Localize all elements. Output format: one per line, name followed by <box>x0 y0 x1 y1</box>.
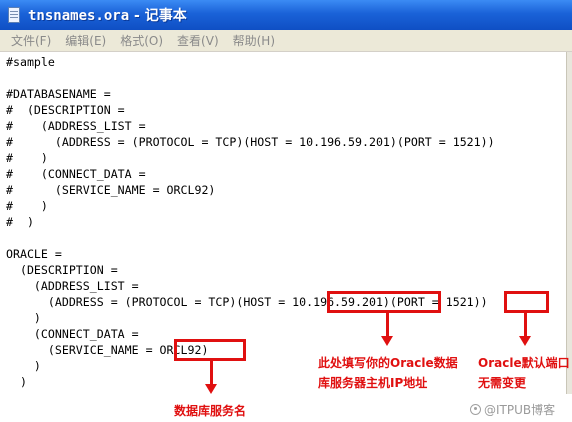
text-line: ) <box>6 375 27 389</box>
text-line: #sample <box>6 55 55 69</box>
port-note: Oracle默认端口 无需变更 <box>478 356 570 390</box>
menu-format[interactable]: 格式(O) <box>113 32 170 49</box>
text-line: # ) <box>6 215 34 229</box>
text-line: # ) <box>6 199 48 213</box>
host-highlight-box <box>327 291 441 313</box>
title-bar[interactable]: tnsnames.ora - 记事本 <box>0 0 572 30</box>
text-line: # (CONNECT_DATA = <box>6 167 146 181</box>
text-line: ) <box>6 359 41 373</box>
watermark-text: @ITPUB博客 <box>484 403 556 417</box>
text-line: #DATABASENAME = <box>6 87 111 101</box>
text-line: # (SERVICE_NAME = ORCL92) <box>6 183 216 197</box>
menu-bar: 文件(F) 编辑(E) 格式(O) 查看(V) 帮助(H) <box>0 30 572 52</box>
text-line: (CONNECT_DATA = <box>6 327 139 341</box>
text-line: # ) <box>6 151 48 165</box>
host-note: 此处填写你的Oracle数据 库服务器主机IP地址 <box>318 356 458 390</box>
service-note: 数据库服务名 <box>174 404 247 418</box>
port-highlight-box <box>504 291 549 313</box>
service-arrow-icon <box>205 361 217 394</box>
port-arrow-icon <box>519 313 531 346</box>
window-title-app: - 记事本 <box>129 8 187 24</box>
menu-file[interactable]: 文件(F) <box>4 32 58 49</box>
service-name-highlight-box <box>174 339 246 361</box>
text-editor[interactable]: #sample #DATABASENAME = # (DESCRIPTION =… <box>0 52 566 394</box>
notepad-icon <box>6 6 22 24</box>
host-arrow-icon <box>381 313 393 346</box>
menu-view[interactable]: 查看(V) <box>170 32 226 49</box>
text-line: # (ADDRESS_LIST = <box>6 119 146 133</box>
menu-help[interactable]: 帮助(H) <box>226 32 282 49</box>
text-line: # (ADDRESS = (PROTOCOL = TCP)(HOST = 10.… <box>6 135 495 149</box>
watermark: @ITPUB博客 <box>470 401 555 418</box>
menu-edit[interactable]: 编辑(E) <box>58 32 113 49</box>
text-line: (ADDRESS_LIST = <box>6 279 139 293</box>
vertical-scrollbar[interactable] <box>566 52 572 394</box>
window-title-filename: tnsnames.ora <box>28 8 130 24</box>
watermark-logo-icon <box>470 404 481 415</box>
text-line: # (DESCRIPTION = <box>6 103 125 117</box>
text-line: ) <box>6 311 41 325</box>
window-title: tnsnames.ora - 记事本 <box>28 5 187 25</box>
text-line: ORACLE = <box>6 247 62 261</box>
notepad-window: tnsnames.ora - 记事本 文件(F) 编辑(E) 格式(O) 查看(… <box>0 0 572 394</box>
text-line: (DESCRIPTION = <box>6 263 118 277</box>
